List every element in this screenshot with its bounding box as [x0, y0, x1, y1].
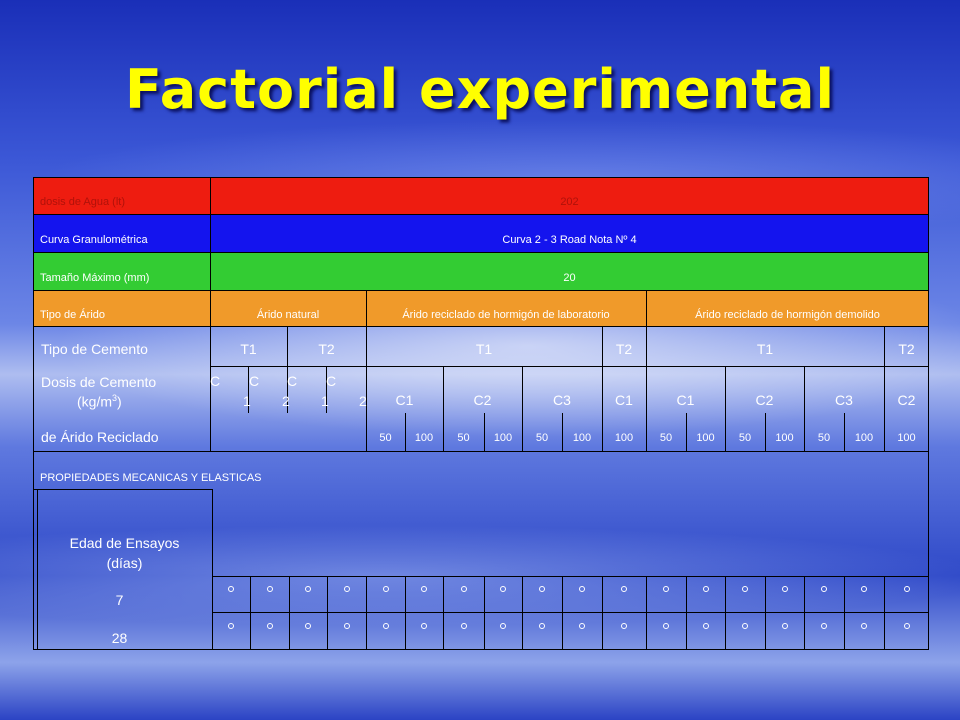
- water-label: dosis de Agua (lt): [40, 196, 125, 208]
- result-dot: [266, 586, 273, 592]
- recycled-dose: C1: [615, 392, 633, 408]
- cement-dose-unit: (kg/m3): [77, 393, 122, 410]
- percentage-cell: 100: [897, 432, 916, 444]
- cement-type-cell: T1: [475, 341, 493, 357]
- cement-type-cell: T2: [898, 341, 915, 357]
- recycled-dose: C3: [835, 392, 853, 408]
- natural-dose-bottom: 2: [282, 393, 290, 409]
- aggregate-natural: Árido natural: [256, 309, 320, 321]
- result-dot: [539, 623, 545, 629]
- result-dot: [579, 586, 585, 592]
- percentage-cell: 50: [659, 432, 673, 444]
- result-dot: [421, 586, 427, 592]
- water-value: 202: [560, 196, 579, 208]
- cement-type-cell: T1: [240, 341, 257, 357]
- percentage-cell: 50: [379, 432, 392, 444]
- percentage-cell: 100: [414, 432, 434, 444]
- size-label: Tamaño Máximo (mm): [40, 272, 150, 284]
- cement-type-label: Tipo de Cemento: [41, 341, 148, 357]
- result-dot: [742, 623, 748, 629]
- aggregate-lab: Árido reciclado de hormigón de laborator…: [402, 309, 610, 321]
- curve-label: Curva Granulométrica: [40, 234, 148, 246]
- result-dot: [539, 586, 545, 592]
- percentage-cell: 50: [738, 432, 752, 444]
- percentage-cell: 50: [817, 432, 831, 444]
- result-dot: [861, 586, 867, 592]
- natural-dose-top: C: [210, 373, 221, 389]
- result-dot: [742, 586, 748, 592]
- age-7: 7: [115, 592, 124, 608]
- result-dot: [228, 586, 234, 592]
- result-dot: [903, 623, 910, 629]
- result-dot: [861, 623, 867, 629]
- result-dot: [382, 623, 389, 629]
- natural-dose-top: C: [326, 373, 337, 389]
- cement-dose-label: Dosis de Cemento: [41, 374, 157, 390]
- result-dot: [305, 623, 311, 629]
- result-dot: [621, 586, 627, 592]
- result-dot: [343, 586, 350, 592]
- recycled-dose: C1: [395, 392, 414, 408]
- recycled-dose: C2: [755, 392, 774, 408]
- result-dot: [343, 623, 350, 629]
- cement-type-cell: T2: [615, 341, 633, 357]
- result-dot: [781, 623, 788, 629]
- recycled-dose: C2: [897, 392, 916, 408]
- recycled-dose: C3: [553, 392, 571, 408]
- result-dot: [621, 623, 627, 629]
- result-dot: [305, 586, 311, 592]
- result-dot: [579, 623, 585, 629]
- recycled-dose: C2: [473, 392, 492, 408]
- aggregate-label: Tipo de Árido: [40, 309, 106, 321]
- natural-dose-top: C: [287, 373, 298, 389]
- percentage-cell: 100: [696, 432, 715, 444]
- result-dot: [266, 623, 273, 629]
- natural-dose-bottom: 1: [321, 393, 329, 409]
- result-dot: [382, 586, 389, 592]
- percentage-cell: 100: [572, 432, 592, 444]
- size-row-band: [33, 252, 929, 290]
- properties-label: PROPIEDADES MECANICAS Y ELASTICAS: [40, 472, 262, 484]
- result-dot: [821, 623, 827, 629]
- cement-type-cell: T1: [756, 341, 774, 357]
- result-dot: [500, 623, 506, 629]
- percentage-cell: 100: [775, 432, 794, 444]
- result-dot: [702, 623, 709, 629]
- percentage-cell: 100: [614, 432, 634, 444]
- age-label: Edad de Ensayos: [69, 535, 180, 551]
- percentage-cell: 50: [457, 432, 470, 444]
- natural-dose-top: C: [249, 373, 260, 389]
- age-label-unit: (días): [106, 555, 143, 571]
- percentage-cell: 50: [535, 432, 549, 444]
- curve-value: Curva 2 - 3 Road Nota Nº 4: [502, 234, 637, 246]
- curve-row-band: [33, 214, 929, 252]
- percentage-cell: 100: [854, 432, 874, 444]
- result-dot: [663, 623, 669, 629]
- result-dot: [781, 586, 788, 592]
- recycled-dose: C1: [676, 392, 695, 408]
- aggregate-demolished: Árido reciclado de hormigón demolido: [695, 309, 880, 321]
- result-dot: [663, 586, 669, 592]
- size-value: 20: [563, 272, 576, 284]
- result-dot: [228, 623, 234, 629]
- result-dot: [460, 623, 467, 629]
- result-dot: [821, 586, 827, 592]
- age-28: 28: [111, 630, 128, 646]
- cement-type-cell: T2: [318, 341, 335, 357]
- result-dot: [460, 586, 467, 592]
- result-dot: [421, 623, 427, 629]
- percentage-cell: 100: [493, 432, 513, 444]
- result-dot: [702, 586, 709, 592]
- result-dot: [500, 586, 506, 592]
- result-dot: [903, 586, 910, 592]
- natural-dose-bottom: 1: [243, 393, 251, 409]
- recycled-label: de Árido Reciclado: [41, 429, 159, 445]
- table-grid: [33, 177, 929, 650]
